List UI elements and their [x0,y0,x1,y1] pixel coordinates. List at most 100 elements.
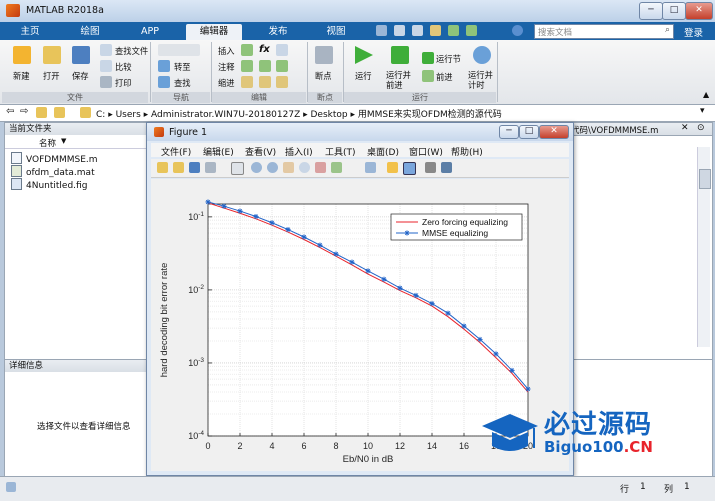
column-header[interactable]: 名称 ▼ [5,136,151,149]
up-folder-icon[interactable] [36,107,47,118]
run-time-icon [473,46,491,64]
undo-quick-icon[interactable] [448,25,459,36]
find-button[interactable]: 查找 [174,77,191,89]
list-item[interactable]: 4Nuntitled.fig [11,178,87,191]
colorbar-icon[interactable] [387,162,398,173]
pan-icon[interactable] [283,162,294,173]
breadcrumb-item[interactable]: 用MMSE来实现OFDM检测的源代码 [358,110,502,120]
help-quick-icon[interactable] [512,25,523,36]
tab-apps[interactable]: APP [128,24,172,40]
menu-desktop[interactable]: 桌面(D) [367,145,399,158]
compare-button[interactable]: 比较 [115,61,132,73]
breadcrumb-item[interactable]: Users [116,110,141,120]
y-tick-exponent: -1 [198,211,204,218]
editor-menu-icon[interactable]: ⊙ [697,123,705,133]
copy-quick-icon[interactable] [412,25,423,36]
insert-button[interactable]: 插入 [218,45,235,57]
goto-button[interactable]: 转至 [174,61,191,73]
hide-tools-icon[interactable] [425,162,436,173]
run-advance-button[interactable]: 运行并前进 [386,70,416,90]
tab-plots[interactable]: 绘图 [68,24,112,40]
link-icon[interactable] [365,162,376,173]
list-item[interactable]: ofdm_data.mat [11,165,95,178]
forward-icon[interactable]: ⇨ [20,106,28,117]
cut-quick-icon[interactable] [394,25,405,36]
save-figure-icon[interactable] [189,162,200,173]
redo-quick-icon[interactable] [466,25,477,36]
comment-button[interactable]: 注释 [218,61,235,73]
paste-quick-icon[interactable] [430,25,441,36]
list-item[interactable]: VOFDMMMSE.m [11,152,98,165]
tab-view[interactable]: 视图 [314,24,358,40]
x-tick-label: 4 [269,441,274,451]
browse-folder-icon[interactable] [54,107,65,118]
figure-close-button[interactable]: ✕ [539,125,569,139]
menu-insert[interactable]: 插入(I) [285,145,313,158]
show-tools-icon[interactable] [441,162,452,173]
save-quick-icon[interactable] [376,25,387,36]
legend-icon[interactable] [403,162,416,175]
status-icon [6,482,16,492]
fx-button[interactable]: fx [259,44,270,55]
breadcrumb-item[interactable]: C: [96,110,105,120]
wrap-comment-icon [276,60,288,72]
maximize-button[interactable]: □ [662,2,686,20]
print-figure-icon[interactable] [205,162,216,173]
editor-tab[interactable]: 代码\VOFDMMMSE.m ✕ ⊙ [569,123,712,136]
data-cursor-icon[interactable] [315,162,326,173]
new-figure-icon[interactable] [157,162,168,173]
new-button[interactable]: 新建 [13,70,30,82]
figure-maximize-button[interactable]: □ [519,125,539,139]
collapse-ribbon-icon[interactable]: ▲ [703,90,709,99]
brush-icon[interactable] [331,162,342,173]
data-point [205,199,211,205]
breakpoints-button[interactable]: 断点 [315,70,332,82]
indent-button[interactable]: 缩进 [218,77,235,89]
tab-home[interactable]: 主页 [8,24,52,40]
zoom-in-icon[interactable] [251,162,262,173]
save-button[interactable]: 保存 [72,70,89,82]
close-button[interactable]: ✕ [685,2,713,20]
x-tick-label: 16 [459,441,469,451]
zoom-out-icon[interactable] [267,162,278,173]
data-point [365,268,371,274]
menu-file[interactable]: 文件(F) [161,145,191,158]
run-time-button[interactable]: 运行并计时 [468,70,498,90]
back-icon[interactable]: ⇦ [6,106,14,117]
menu-help[interactable]: 帮助(H) [451,145,483,158]
menu-window[interactable]: 窗口(W) [409,145,443,158]
find-files-button[interactable]: 查找文件 [115,45,148,57]
breadcrumb-item[interactable]: Administrator.WIN7U-20180127Z [151,110,300,120]
tab-editor[interactable]: 编辑器 [186,24,242,40]
run-section-button[interactable]: 运行节 [436,53,461,65]
data-point [381,276,387,282]
run-button[interactable]: 运行 [355,70,372,82]
open-button[interactable]: 打开 [43,70,60,82]
editor-close-icon[interactable]: ✕ [681,123,689,133]
login-link[interactable]: 登录 [684,25,703,39]
print-button[interactable]: 打印 [115,77,132,89]
search-input[interactable]: 搜索文档 ⌕ [534,24,674,39]
mat-file-icon [11,165,22,177]
rotate-icon[interactable] [299,162,310,173]
search-placeholder: 搜索文档 [538,28,573,38]
breadcrumb-item[interactable]: Desktop [311,110,348,120]
editor-scrollbar[interactable] [697,147,711,347]
x-axis-label: Eb/N0 in dB [343,454,394,465]
figure-minimize-button[interactable]: ─ [499,125,519,139]
address-dropdown-icon[interactable]: ▾ [700,106,705,116]
menu-edit[interactable]: 编辑(E) [203,145,234,158]
y-tick-label: 10-3 [188,357,204,368]
open-figure-icon[interactable] [173,162,184,173]
open-folder-icon [43,46,61,64]
search-icon: ⌕ [664,25,670,35]
menu-view[interactable]: 查看(V) [245,145,276,158]
menu-tools[interactable]: 工具(T) [325,145,356,158]
tab-publish[interactable]: 发布 [256,24,300,40]
advance-button[interactable]: 前进 [436,71,453,83]
minimize-button[interactable]: ─ [639,2,663,20]
col-value: 1 [684,482,690,492]
smart-indent-icon [241,76,253,88]
edit-plot-icon[interactable] [231,162,244,175]
editor-scroll-thumb[interactable] [699,169,711,189]
